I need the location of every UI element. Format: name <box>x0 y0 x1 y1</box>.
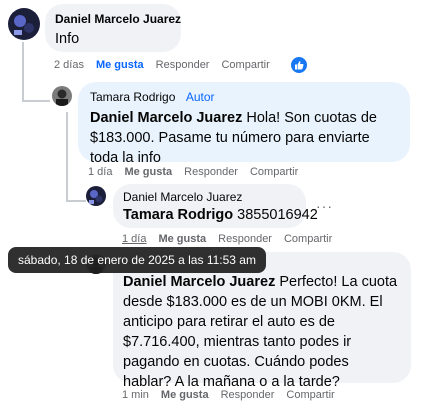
thread-line-main <box>22 42 24 102</box>
comment-bubble: Daniel Marcelo Juarez Tamara Rodrigo 385… <box>113 184 318 228</box>
timestamp-tooltip: sábado, 18 de enero de 2025 a las 11:53 … <box>8 247 266 273</box>
avatar[interactable] <box>52 86 72 106</box>
comment-bubble: Tamara Rodrigo Autor Daniel Marcelo Juar… <box>78 82 410 166</box>
thread-line-branch <box>22 100 50 102</box>
comment-author[interactable]: Daniel Marcelo Juarez <box>55 12 181 26</box>
like-button[interactable]: Me gusta <box>158 233 206 245</box>
thread-line-reply-branch <box>66 200 86 202</box>
comment-actions: 2 días Me gusta Responder Compartir <box>54 59 282 71</box>
comment-text: Info <box>55 31 80 47</box>
comment-bubble: Daniel Marcelo Juarez Info <box>45 4 181 52</box>
avatar[interactable] <box>86 186 106 206</box>
reply-button[interactable]: Responder <box>218 233 272 245</box>
share-button[interactable]: Compartir <box>286 389 334 401</box>
comment-author[interactable]: Daniel Marcelo Juarez <box>123 190 296 204</box>
comment-time[interactable]: 1 día <box>88 166 112 178</box>
mention-link[interactable]: Daniel Marcelo Juarez <box>90 110 242 126</box>
mention-link[interactable]: Daniel Marcelo Juarez <box>123 274 275 290</box>
comment-text: Daniel Marcelo Juarez Perfecto! La cuota… <box>123 272 401 392</box>
reply-button[interactable]: Responder <box>221 389 275 401</box>
avatar[interactable] <box>8 8 40 40</box>
share-button[interactable]: Compartir <box>221 59 269 71</box>
thumbs-up-icon[interactable] <box>291 57 307 73</box>
comment-time[interactable]: 1 min <box>122 389 149 401</box>
like-button[interactable]: Me gusta <box>124 166 172 178</box>
comment-author[interactable]: Tamara Rodrigo <box>90 90 175 104</box>
comment-actions: 1 día Me gusta Responder Compartir <box>122 233 344 245</box>
share-button[interactable]: Compartir <box>284 233 332 245</box>
author-badge: Autor <box>185 90 215 104</box>
reply-button[interactable]: Responder <box>156 59 210 71</box>
reply-button[interactable]: Responder <box>184 166 238 178</box>
comment-actions: 1 min Me gusta Responder Compartir <box>122 389 347 401</box>
thread-line-reply <box>66 112 68 202</box>
comment-actions: 1 día Me gusta Responder Compartir <box>88 166 310 178</box>
share-button[interactable]: Compartir <box>250 166 298 178</box>
like-button[interactable]: Me gusta <box>161 389 209 401</box>
comment-time[interactable]: 1 día <box>122 233 146 245</box>
comment-text: Tamara Rodrigo 3855016942 <box>123 205 318 225</box>
like-button[interactable]: Me gusta <box>96 59 144 71</box>
comment-text: Daniel Marcelo Juarez Hola! Son cuotas d… <box>90 108 398 168</box>
comment-body: 3855016942 <box>237 207 318 223</box>
more-options-icon[interactable]: ··· <box>316 198 333 214</box>
mention-link[interactable]: Tamara Rodrigo <box>123 207 233 223</box>
comment-time[interactable]: 2 días <box>54 59 84 71</box>
comment-body: Perfecto! La cuota desde $183.000 es de … <box>123 274 398 390</box>
